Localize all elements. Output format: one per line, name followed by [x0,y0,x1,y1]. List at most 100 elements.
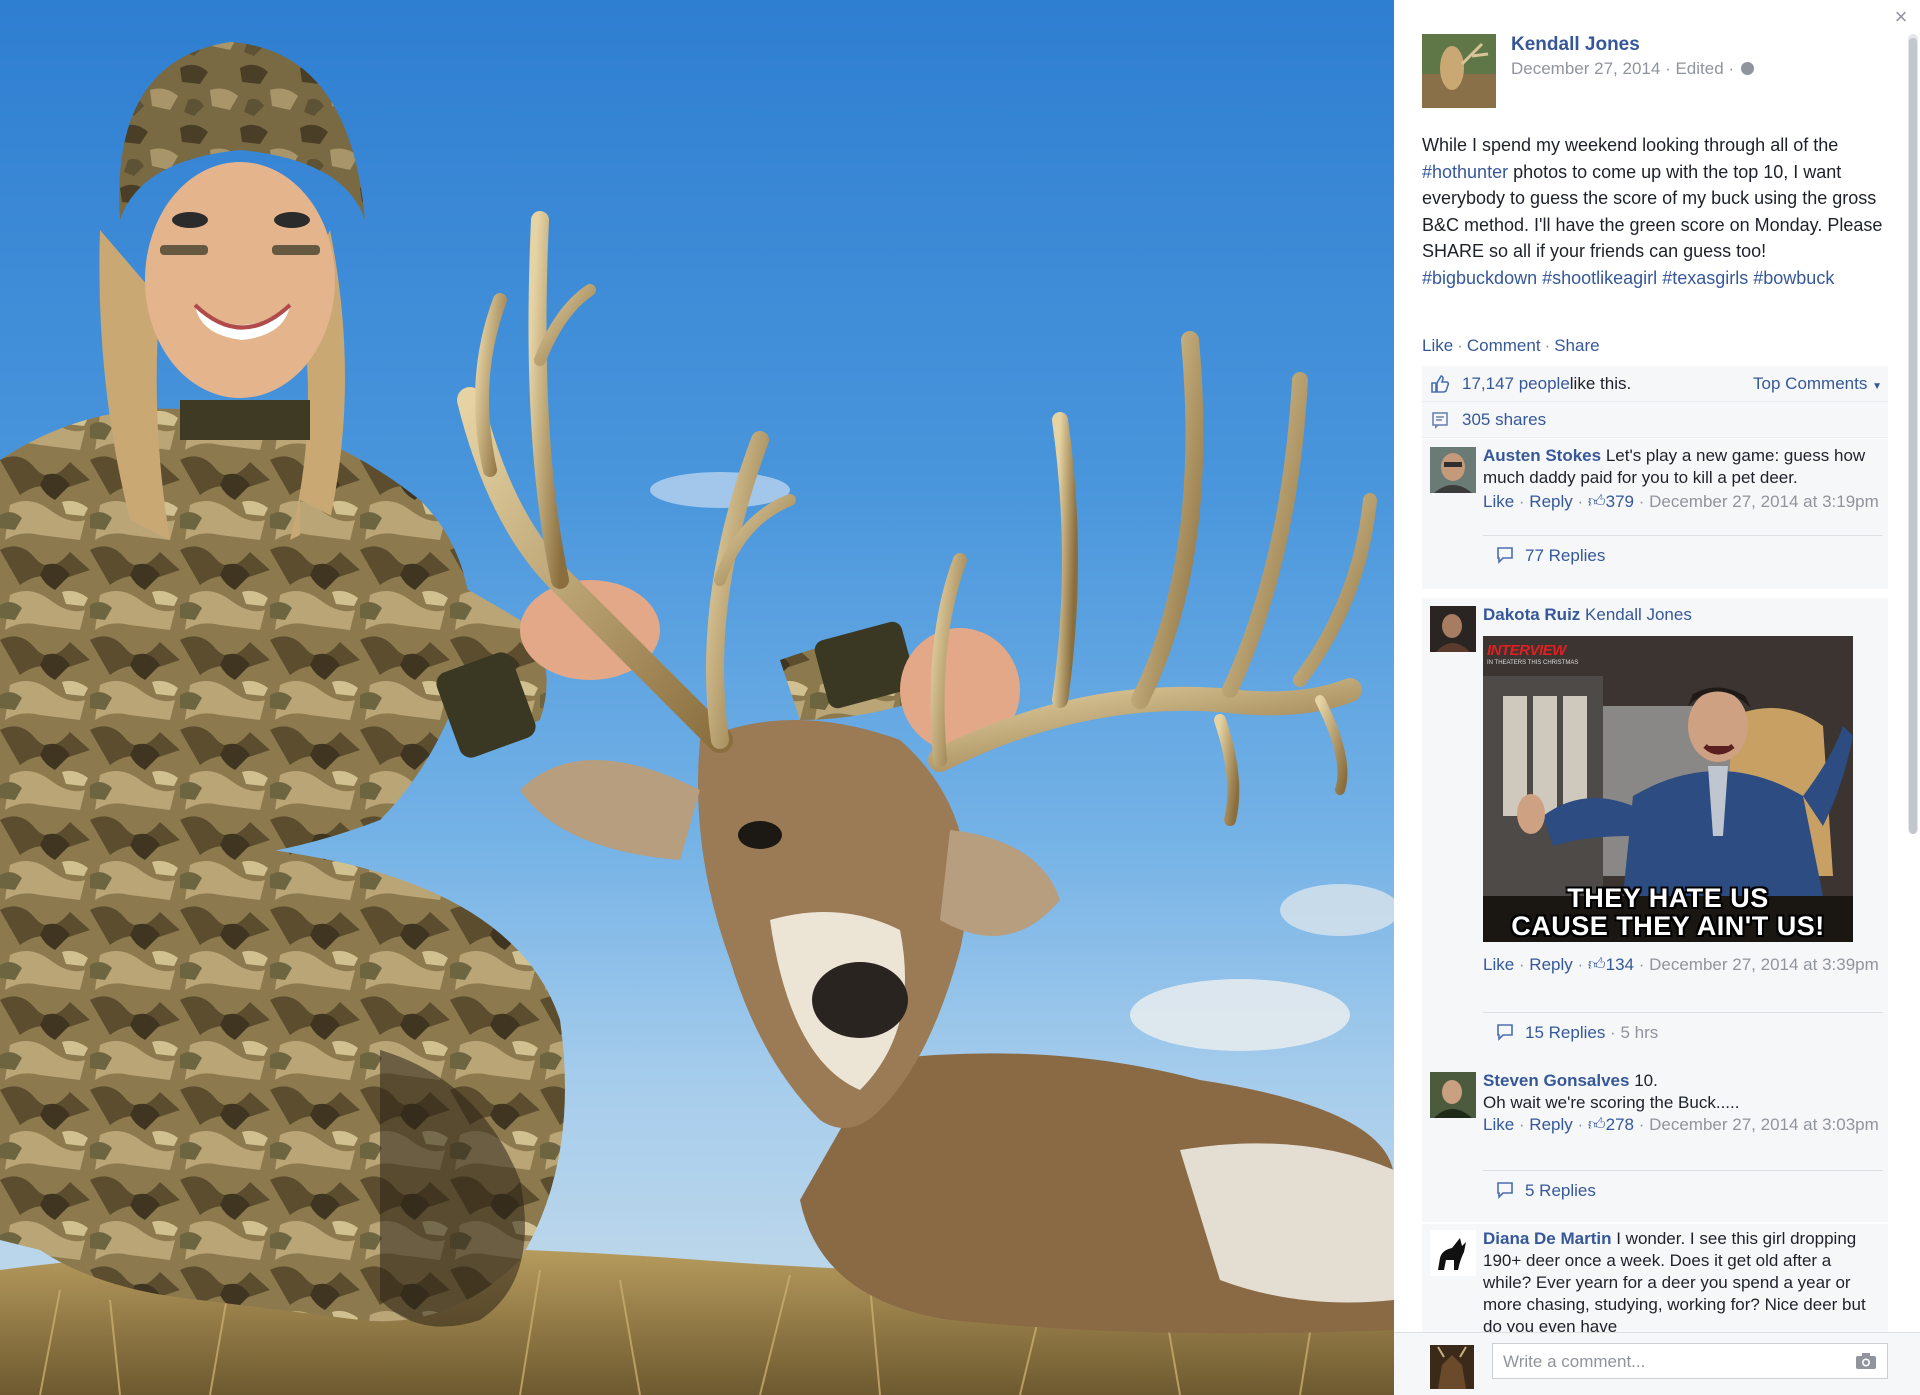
hashtag-link[interactable]: #texasgirls [1662,268,1748,288]
post-meta: December 27, 2014 · Edited · [1511,59,1754,79]
action-separator: · [1457,336,1463,355]
comment-body: Like · Reply · 👍︎134 · December 27, 2014… [1483,954,1879,976]
author-name[interactable]: Kendall Jones [1511,34,1640,56]
hashtag-link[interactable]: #shootlikeagirl [1542,268,1657,288]
share-button[interactable]: Share [1554,336,1599,355]
comment-like-button[interactable]: Like [1483,492,1514,511]
reply-icon [1497,1024,1513,1041]
view-replies-link[interactable]: 5 Replies [1483,1170,1883,1201]
comment-text: 10. [1634,1071,1658,1090]
reactions-box: 17,147 people like this. Top Comments ▼ … [1422,366,1888,438]
commenter-avatar[interactable] [1430,447,1476,493]
likes-count[interactable]: 17,147 people [1462,374,1570,394]
comment-reply-button[interactable]: Reply [1529,955,1572,974]
replies-count: 15 Replies [1525,1023,1606,1042]
post-photo[interactable] [0,0,1394,1395]
commenter-name[interactable]: Dakota Ruiz [1483,605,1580,624]
meta-separator: · [1665,59,1676,78]
comment-reply-button[interactable]: Reply [1529,1115,1572,1134]
top-comments-dropdown[interactable]: Top Comments ▼ [1753,374,1882,394]
comment-composer: Write a comment... [1394,1332,1920,1395]
comment-button[interactable]: Comment [1467,336,1541,355]
commenter-name[interactable]: Diana De Martin [1483,1229,1611,1248]
hashtag-link[interactable]: #bowbuck [1753,268,1834,288]
hunter-with-deer-image [0,42,1394,1395]
comment-actions: Like · Reply · 👍︎278 · December 27, 2014… [1483,1115,1879,1134]
view-replies-link[interactable]: 77 Replies [1483,535,1883,566]
current-user-avatar[interactable] [1430,1345,1474,1389]
commenter-name[interactable]: Austen Stokes [1483,446,1601,465]
hashtag-link[interactable]: #hothunter [1422,162,1508,182]
comment-text-line2: Oh wait we're scoring the Buck..... [1483,1093,1740,1112]
comment-like-count[interactable]: 👍︎134 [1588,955,1634,974]
comment-like-count[interactable]: 👍︎278 [1588,1115,1634,1134]
comment-image[interactable]: INTERVIEW IN THEATERS THIS CHRISTMAS THE… [1483,636,1853,942]
comment-input[interactable]: Write a comment... [1492,1343,1888,1379]
comment-body: Diana De Martin I wonder. I see this gir… [1483,1228,1879,1334]
globe-icon[interactable] [1740,62,1754,75]
hashtag-link[interactable]: #bigbuckdown [1422,268,1537,288]
current-user-avatar-image [1430,1345,1474,1389]
likes-suffix: like this. [1569,373,1632,393]
commenter-avatar-image [1430,1072,1476,1118]
small-thumb-icon: 👍︎ [1587,1115,1606,1134]
scrollbar-thumb[interactable] [1909,38,1917,834]
commenter-name[interactable]: Steven Gonsalves [1483,1071,1629,1090]
comment-like-button[interactable]: Like [1483,1115,1514,1134]
comment-body: Austen Stokes Let's play a new game: gue… [1483,445,1879,513]
share-icon [1432,411,1448,429]
author-avatar-image [1422,34,1496,108]
camera-icon[interactable] [1855,1352,1877,1370]
thumbs-up-icon [1431,374,1450,393]
comment-likes: 379 [1605,492,1635,511]
meme-brand-text: INTERVIEW [1487,642,1566,659]
view-replies-link[interactable]: 15 Replies · 5 hrs [1483,1012,1883,1043]
close-icon[interactable]: × [1888,4,1914,30]
doberman-avatar-icon [1430,1230,1476,1276]
replies-separator: · [1605,1023,1621,1042]
comment: Dakota Ruiz Kendall Jones INTERVIEW IN T… [1422,598,1888,1066]
post-text: While I spend my weekend looking through… [1422,132,1884,291]
top-comments-label: Top Comments [1753,374,1868,393]
shares-count[interactable]: 305 shares [1462,410,1546,430]
edited-label[interactable]: Edited [1675,59,1723,78]
author-avatar[interactable] [1422,34,1496,108]
shares-row: 305 shares [1422,402,1888,438]
meme-subtitle: IN THEATERS THIS CHRISTMAS [1487,660,1579,666]
small-thumb-icon: 👍︎ [1587,955,1606,974]
comment-input-placeholder: Write a comment... [1503,1352,1646,1371]
small-thumb-icon: 👍︎ [1587,492,1606,511]
comment: Diana De Martin I wonder. I see this gir… [1422,1224,1888,1334]
commenter-avatar-image [1430,606,1476,652]
comment: Austen Stokes Let's play a new game: gue… [1422,439,1888,589]
comment-actions: Like · Reply · 👍︎134 · December 27, 2014… [1483,955,1879,974]
comment-body: Dakota Ruiz Kendall Jones [1483,604,1879,626]
tagged-user[interactable]: Kendall Jones [1585,605,1692,624]
chevron-down-icon: ▼ [1872,381,1882,392]
comment-actions: Like · Reply · 👍︎379 · December 27, 2014… [1483,492,1879,511]
comment-like-count[interactable]: 👍︎379 [1588,492,1634,511]
commenter-avatar[interactable] [1430,606,1476,652]
post-detail-panel: × Kendall Jones December 27, 2014 · Edit… [1394,0,1920,1395]
replies-count: 5 Replies [1525,1181,1596,1200]
commenter-avatar-image [1430,447,1476,493]
comment-time[interactable]: December 27, 2014 at 3:19pm [1649,492,1879,511]
commenter-avatar[interactable] [1430,1072,1476,1118]
comment-likes: 278 [1605,1115,1635,1134]
comment-likes: 134 [1605,955,1635,974]
post-date[interactable]: December 27, 2014 [1511,59,1660,78]
action-separator: · [1544,336,1551,355]
commenter-avatar[interactable] [1430,1230,1476,1276]
replies-time: 5 hrs [1620,1023,1659,1042]
reply-icon [1497,547,1513,564]
comment-like-button[interactable]: Like [1483,955,1514,974]
panel-scrollbar[interactable] [1908,34,1918,834]
meme-caption-line1: THEY HATE US [1567,883,1769,913]
meme-caption-line2: CAUSE THEY AIN'T US! [1511,911,1825,941]
comment-body: Steven Gonsalves 10. Oh wait we're scori… [1483,1070,1879,1136]
like-button[interactable]: Like [1422,336,1453,355]
comment-time[interactable]: December 27, 2014 at 3:03pm [1649,1115,1879,1134]
reply-icon [1497,1182,1513,1199]
comment-reply-button[interactable]: Reply [1529,492,1572,511]
comment-time[interactable]: December 27, 2014 at 3:39pm [1649,955,1879,974]
